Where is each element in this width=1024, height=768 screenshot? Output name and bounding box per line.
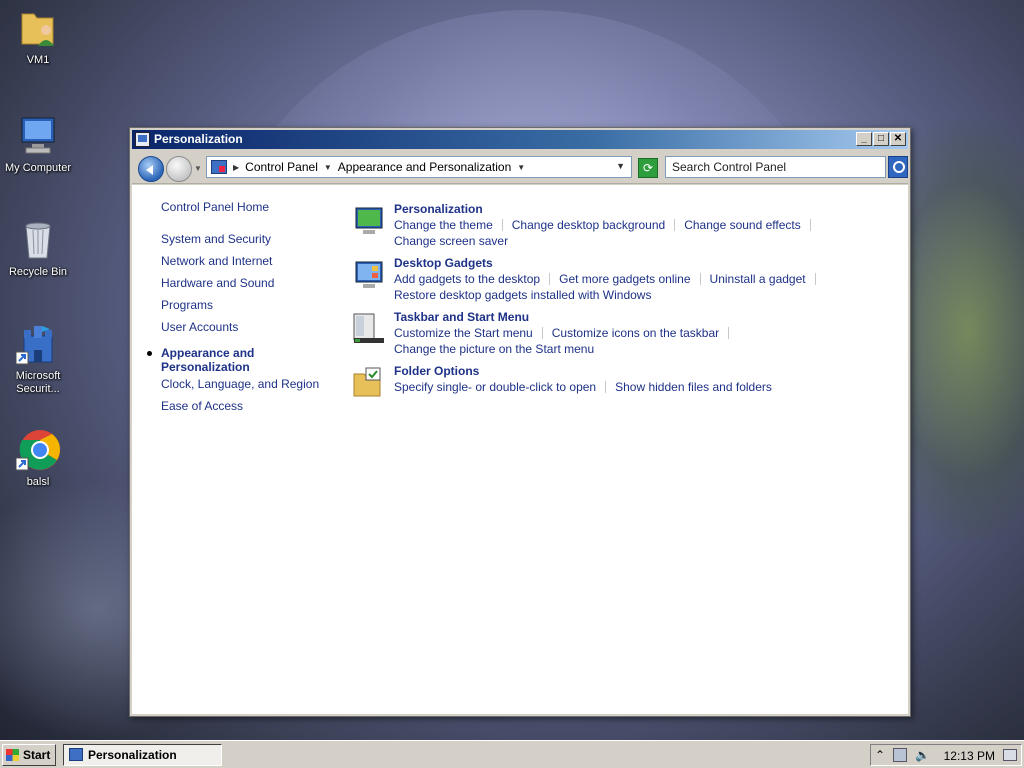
link-show-hidden-files[interactable]: Show hidden files and folders: [615, 380, 772, 394]
search-button[interactable]: [888, 156, 908, 178]
forward-button[interactable]: [166, 156, 192, 182]
taskbar-icon: [352, 312, 384, 344]
control-panel-icon: [211, 160, 227, 174]
maximize-button[interactable]: □: [873, 132, 889, 146]
category-personalization: Personalization Change the theme Change d…: [350, 202, 902, 249]
taskbar-item-personalization[interactable]: Personalization: [63, 744, 222, 766]
computer-icon: [16, 114, 60, 158]
nav-network-and-internet[interactable]: Network and Internet: [161, 254, 341, 268]
nav-programs[interactable]: Programs: [161, 298, 341, 312]
network-icon[interactable]: [893, 748, 907, 762]
breadcrumb-chevron-icon[interactable]: ▶: [233, 163, 239, 172]
title-bar[interactable]: Personalization _ □ ✕: [132, 130, 908, 149]
nav-system-and-security[interactable]: System and Security: [161, 232, 341, 246]
link-change-screen-saver[interactable]: Change screen saver: [394, 234, 508, 248]
search-input[interactable]: Search Control Panel: [665, 156, 886, 178]
link-customize-start-menu[interactable]: Customize the Start menu: [394, 326, 533, 340]
category-title[interactable]: Folder Options: [394, 364, 902, 378]
link-separator: [699, 273, 701, 285]
content-pane: Control Panel Home System and Security N…: [132, 185, 908, 714]
control-panel-icon: [69, 748, 83, 761]
volume-icon[interactable]: 🔈: [915, 748, 930, 762]
castle-shield-icon: [15, 322, 60, 366]
category-desktop-gadgets: Desktop Gadgets Add gadgets to the deskt…: [350, 256, 902, 303]
recent-pages-dropdown-icon[interactable]: ▼: [194, 164, 202, 173]
link-change-start-menu-picture[interactable]: Change the picture on the Start menu: [394, 342, 594, 356]
chrome-icon: [15, 428, 60, 472]
folder-options-icon: [352, 366, 384, 398]
desktop-icon-my-computer[interactable]: My Computer: [4, 114, 72, 175]
link-separator: [814, 273, 816, 285]
category-folder-options: Folder Options Specify single- or double…: [350, 364, 902, 398]
action-center-icon[interactable]: [1003, 749, 1017, 761]
desktop-icon-vm1[interactable]: VM1: [4, 6, 72, 67]
user-folder-icon: [16, 6, 60, 50]
breadcrumb-chevron-icon[interactable]: ▼: [324, 163, 332, 172]
address-dropdown-icon[interactable]: ▼: [616, 161, 625, 171]
desktop-icon-label: Microsoft Securit...: [15, 370, 61, 395]
windows-logo-icon: [6, 749, 19, 761]
nav-ease-of-access[interactable]: Ease of Access: [161, 399, 341, 413]
link-separator: [728, 327, 730, 339]
category-list: Personalization Change the theme Change d…: [350, 202, 902, 402]
link-add-gadgets[interactable]: Add gadgets to the desktop: [394, 272, 540, 286]
link-uninstall-gadget[interactable]: Uninstall a gadget: [710, 272, 806, 286]
category-title[interactable]: Desktop Gadgets: [394, 256, 902, 270]
link-separator: [501, 219, 503, 231]
window-title: Personalization: [154, 132, 243, 146]
nav-appearance-and-personalization[interactable]: Appearance and Personalization: [147, 346, 271, 374]
breadcrumb-appearance[interactable]: Appearance and Personalization: [338, 160, 511, 174]
personalization-icon: [352, 204, 384, 236]
close-button[interactable]: ✕: [890, 132, 906, 146]
nav-user-accounts[interactable]: User Accounts: [161, 320, 341, 334]
address-bar[interactable]: ▶ Control Panel ▼ Appearance and Persona…: [206, 156, 632, 178]
link-restore-gadgets[interactable]: Restore desktop gadgets installed with W…: [394, 288, 651, 302]
link-change-sound-effects[interactable]: Change sound effects: [684, 218, 801, 232]
taskbar-item-label: Personalization: [88, 748, 177, 762]
refresh-button[interactable]: ⟳: [638, 158, 658, 178]
link-separator: [541, 327, 543, 339]
link-separator: [674, 219, 676, 231]
desktop-icon-label: Recycle Bin: [8, 266, 68, 278]
taskbar: Start Personalization ⌃ 🔈 12:13 PM: [0, 740, 1024, 768]
link-separator: [809, 219, 811, 231]
desktop-icon-label: My Computer: [4, 162, 72, 174]
start-label: Start: [23, 748, 51, 762]
desktop-icon-microsoft-security[interactable]: Microsoft Securit...: [4, 322, 72, 396]
breadcrumb: ▶ Control Panel ▼ Appearance and Persona…: [227, 160, 531, 174]
breadcrumb-control-panel[interactable]: Control Panel: [245, 160, 318, 174]
back-button[interactable]: [138, 156, 164, 182]
link-separator: [549, 273, 551, 285]
link-change-theme[interactable]: Change the theme: [394, 218, 493, 232]
category-title[interactable]: Personalization: [394, 202, 902, 216]
breadcrumb-chevron-icon[interactable]: ▼: [517, 163, 525, 172]
nav-hardware-and-sound[interactable]: Hardware and Sound: [161, 276, 341, 290]
category-taskbar-start-menu: Taskbar and Start Menu Customize the Sta…: [350, 310, 902, 357]
link-get-more-gadgets[interactable]: Get more gadgets online: [559, 272, 690, 286]
show-hidden-icons-icon[interactable]: ⌃: [875, 748, 885, 762]
link-customize-taskbar-icons[interactable]: Customize icons on the taskbar: [552, 326, 719, 340]
clock[interactable]: 12:13 PM: [944, 749, 995, 763]
system-tray: ⌃ 🔈 12:13 PM: [870, 744, 1022, 766]
left-navigation: Control Panel Home System and Security N…: [147, 200, 341, 421]
desktop-icon-label: balsl: [26, 476, 50, 488]
link-change-desktop-background[interactable]: Change desktop background: [512, 218, 665, 232]
recycle-bin-icon: [16, 218, 60, 262]
desktop-icon-label: VM1: [26, 54, 50, 66]
gadgets-icon: [352, 258, 384, 290]
link-separator: [605, 381, 607, 393]
minimize-button[interactable]: _: [856, 132, 872, 146]
link-single-double-click[interactable]: Specify single- or double-click to open: [394, 380, 596, 394]
desktop-icon-recycle-bin[interactable]: Recycle Bin: [4, 218, 72, 279]
personalization-window: Personalization _ □ ✕ ▼ ▶ Control Panel …: [129, 127, 911, 717]
navigation-toolbar: ▼ ▶ Control Panel ▼ Appearance and Perso…: [132, 150, 908, 184]
start-button[interactable]: Start: [2, 744, 56, 766]
category-title[interactable]: Taskbar and Start Menu: [394, 310, 902, 324]
control-panel-icon: [135, 132, 150, 147]
nav-control-panel-home[interactable]: Control Panel Home: [161, 200, 341, 214]
desktop-icon-balsl[interactable]: balsl: [4, 428, 72, 489]
nav-clock-language-region[interactable]: Clock, Language, and Region: [161, 377, 341, 391]
